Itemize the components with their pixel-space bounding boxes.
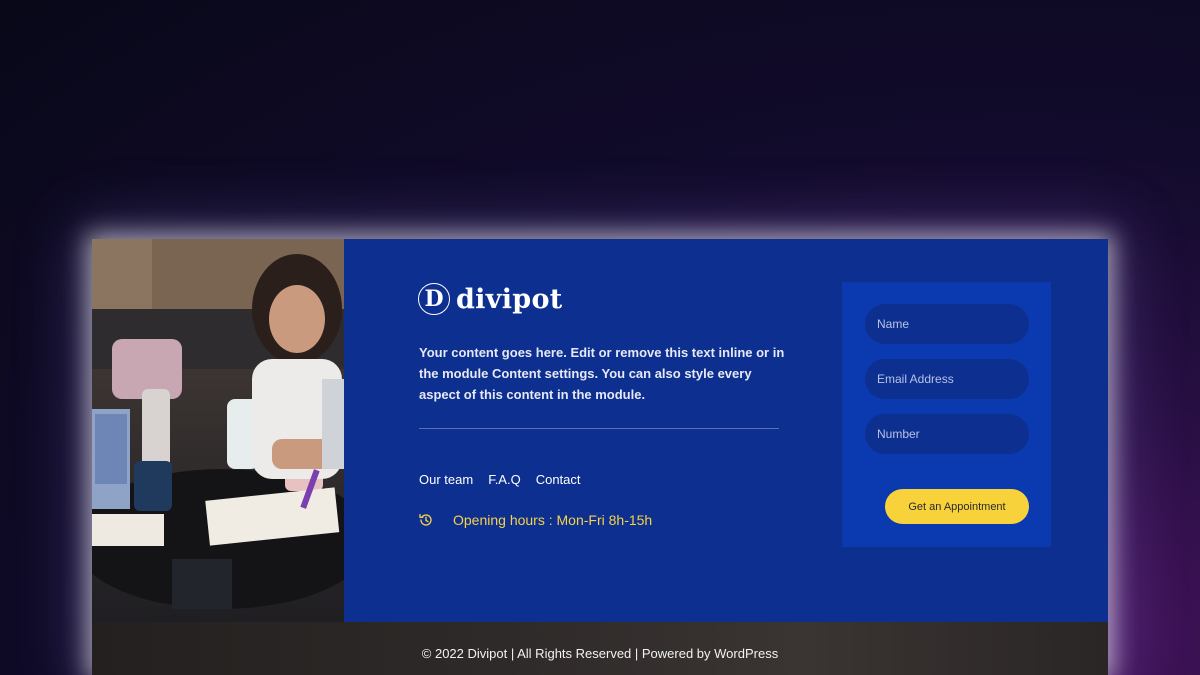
opening-hours: Opening hours : Mon-Fri 8h-15h	[418, 512, 652, 528]
logo-mark-icon: D	[418, 283, 450, 315]
team-photo-illustration	[92, 239, 344, 609]
nav-link-contact[interactable]: Contact	[536, 472, 581, 487]
opening-hours-text: Opening hours : Mon-Fri 8h-15h	[453, 512, 653, 528]
name-field[interactable]	[865, 304, 1029, 344]
number-field[interactable]	[865, 414, 1029, 454]
copyright-text: © 2022 Divipot | All Rights Reserved | P…	[421, 646, 779, 661]
nav-link-faq[interactable]: F.A.Q	[488, 472, 521, 487]
site-footer: © 2022 Divipot | All Rights Reserved | P…	[92, 622, 1108, 675]
email-field[interactable]	[865, 359, 1029, 399]
get-appointment-button[interactable]: Get an Appointment	[885, 489, 1029, 524]
divider	[419, 428, 779, 429]
content-section: D divipot Your content goes here. Edit o…	[344, 239, 1108, 622]
nav-link-our-team[interactable]: Our team	[419, 472, 473, 487]
appointment-form: Get an Appointment	[842, 282, 1051, 547]
footer-nav: Our team F.A.Q Contact	[419, 472, 581, 487]
team-photo	[92, 239, 344, 622]
brand-logo[interactable]: D divipot	[418, 283, 563, 315]
clock-history-icon	[419, 514, 432, 526]
brand-name: divipot	[456, 283, 563, 315]
description-text: Your content goes here. Edit or remove t…	[419, 345, 785, 402]
site-preview-frame: D divipot Your content goes here. Edit o…	[92, 239, 1108, 675]
